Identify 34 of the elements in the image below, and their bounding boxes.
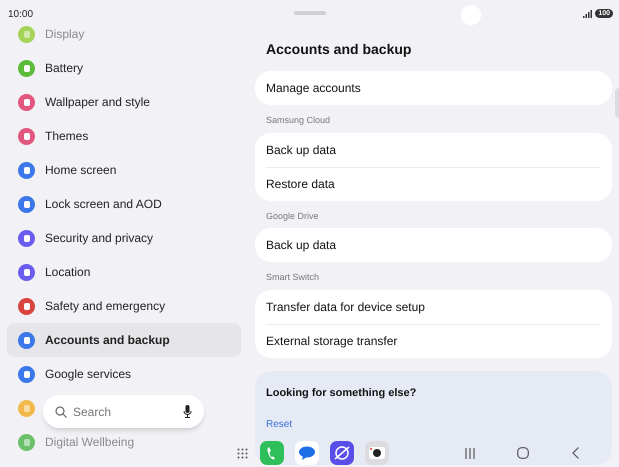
section-header: Smart Switch — [265, 271, 320, 284]
settings-row[interactable]: Transfer data for device setup — [266, 290, 601, 324]
home-icon[interactable] — [517, 447, 529, 459]
section-header: Google Drive — [265, 210, 320, 223]
settings-row[interactable]: Restore data — [266, 166, 601, 200]
chat-bubble-icon[interactable] — [295, 441, 319, 465]
suggestion-title: Looking for something else? — [266, 386, 418, 400]
sidebar-item[interactable]: Wallpaper and style — [7, 85, 241, 119]
sidebar-item[interactable]: Themes — [7, 119, 241, 153]
sidebar-item[interactable]: Battery — [7, 51, 241, 85]
sidebar-item[interactable]: Security and privacy — [7, 221, 241, 255]
settings-row[interactable]: Manage accounts — [266, 71, 601, 105]
section-header: Samsung Cloud — [265, 114, 332, 127]
sidebar-item[interactable]: Google services — [7, 357, 241, 391]
back-icon[interactable] — [572, 447, 579, 459]
drag-handle — [294, 11, 326, 15]
search-placeholder: Search — [73, 404, 112, 420]
camera-icon[interactable] — [365, 441, 389, 465]
apps-grid-icon[interactable] — [237, 448, 248, 458]
microphone-icon[interactable] — [183, 405, 192, 418]
sidebar-item[interactable]: Home screen — [7, 153, 241, 187]
recent-apps-icon[interactable] — [465, 448, 475, 458]
sidebar-item[interactable]: Location — [7, 255, 241, 289]
settings-row[interactable]: Back up data — [266, 228, 601, 262]
settings-row[interactable]: External storage transfer — [266, 324, 601, 358]
settings-row[interactable]: Back up data — [266, 132, 601, 166]
reset-link[interactable]: Reset — [266, 419, 292, 430]
search-bar[interactable]: Search — [43, 395, 204, 428]
page-title: Accounts and backup — [265, 40, 412, 59]
sidebar-item[interactable]: Safety and emergency — [7, 289, 241, 323]
sidebar-item[interactable]: Lock screen and AOD — [7, 187, 241, 221]
signal-icon — [583, 10, 592, 18]
sidebar-item[interactable]: Accounts and backup — [7, 323, 241, 357]
search-icon — [55, 406, 67, 418]
